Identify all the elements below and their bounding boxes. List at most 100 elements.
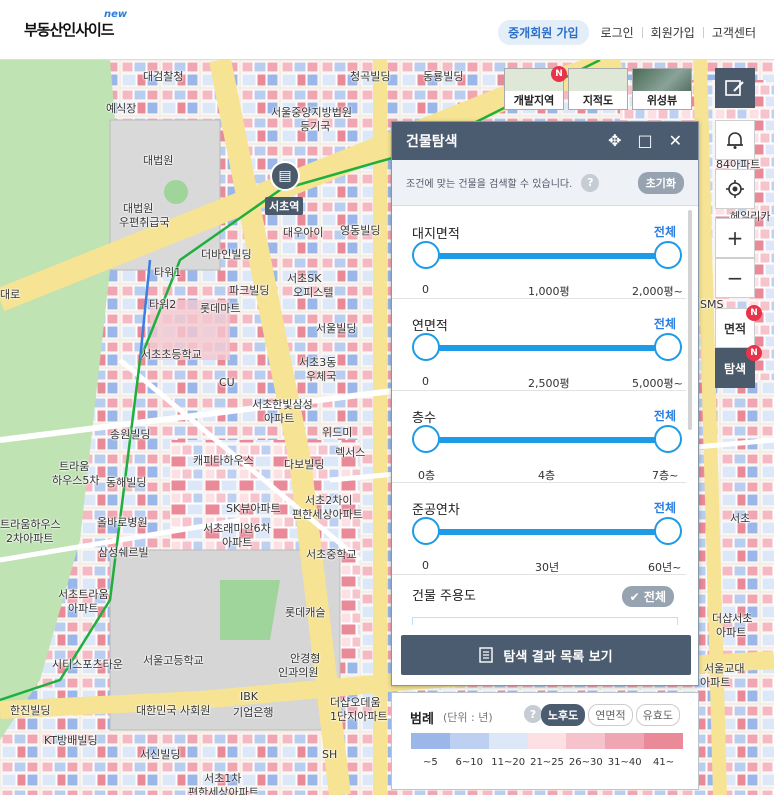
filter-title: 대지면적	[412, 227, 460, 242]
legend-color-swatch	[566, 733, 606, 749]
new-badge: N	[551, 66, 567, 82]
panel-title: 건물탐색	[406, 134, 458, 150]
top-header: 부동산인사이드 new 중개회원 가입 로그인 회원가입 고객센터	[0, 0, 774, 60]
map-type-development[interactable]: 개발지역 N	[504, 66, 567, 110]
range-max-handle[interactable]	[654, 333, 682, 361]
filter-sections: 대지면적 전체 0 1,000평 2,000평~ 연면적 전체 0 2,500평…	[392, 207, 686, 575]
range-min-handle[interactable]	[412, 241, 440, 269]
new-badge: N	[746, 305, 762, 321]
legend-color-scale	[411, 733, 684, 749]
tick-label: 2,500평	[528, 377, 570, 390]
filter-floor-area: 연면적 전체 0 2,500평 5,000평~	[392, 299, 686, 391]
legend-tab-age[interactable]: 노후도	[540, 704, 586, 726]
range-track[interactable]	[425, 437, 667, 443]
legend-color-swatch	[527, 733, 567, 749]
station-label[interactable]: 서초역	[265, 197, 304, 215]
minus-icon: −	[726, 266, 744, 290]
filter-land-area: 대지면적 전체 0 1,000평 2,000평~	[392, 207, 686, 299]
range-min-handle[interactable]	[412, 425, 440, 453]
tick-label: 2,000평~	[632, 285, 683, 298]
panel-description-bar: 조건에 맞는 건물을 검색할 수 있습니다. ? 초기화	[392, 160, 698, 206]
help-icon[interactable]: ?	[581, 173, 600, 192]
legend-title: 범례	[410, 712, 434, 727]
range-max-handle[interactable]	[654, 517, 682, 545]
filter-all-toggle[interactable]: 전체	[654, 223, 676, 240]
legend-scale-label: 21~25	[530, 757, 564, 768]
explore-button[interactable]: 탐색 N	[715, 345, 762, 388]
legend-color-swatch	[449, 733, 489, 749]
range-track[interactable]	[425, 253, 667, 259]
tick-label: 1,000평	[528, 285, 570, 298]
signup-link[interactable]: 회원가입	[643, 24, 703, 41]
tick-label: 0	[422, 375, 429, 388]
view-results-button[interactable]: 탐색 결과 목록 보기	[401, 635, 691, 675]
range-track[interactable]	[425, 529, 667, 535]
area-label: 면적	[723, 321, 747, 336]
legend-scale-label: 26~30	[568, 757, 603, 768]
legend-scale-label: 6~10	[455, 757, 484, 768]
map-type-label: 개발지역	[505, 91, 563, 109]
tick-label: 5,000평~	[632, 377, 683, 390]
minimize-icon[interactable]: □	[637, 131, 652, 150]
area-button[interactable]: 면적 N	[715, 305, 762, 348]
legend-scale-label: 31~40	[607, 757, 642, 768]
map-type-label: 위성뷰	[633, 91, 691, 109]
legend-scale-label: 41~	[653, 757, 675, 768]
support-link[interactable]: 고객센터	[704, 24, 756, 41]
legend-tab-effectiveness[interactable]: 유효도	[635, 704, 680, 726]
range-max-handle[interactable]	[654, 241, 682, 269]
my-location-button[interactable]	[715, 169, 755, 209]
legend-color-swatch	[644, 733, 684, 749]
panel-description: 조건에 맞는 건물을 검색할 수 있습니다.	[406, 179, 573, 190]
close-icon[interactable]: ✕	[669, 131, 682, 150]
target-icon	[726, 180, 744, 198]
legend-color-swatch	[411, 733, 450, 749]
agent-signup-button[interactable]: 중개회원 가입	[498, 20, 589, 45]
tick-label: 7층~	[652, 469, 679, 482]
range-track[interactable]	[425, 345, 667, 351]
view-results-label: 탐색 결과 목록 보기	[503, 649, 613, 665]
train-icon: ▤	[278, 168, 292, 184]
notification-button[interactable]	[715, 120, 755, 160]
logo-new-badge: new	[104, 9, 128, 20]
tick-label: 0	[422, 559, 429, 572]
filter-building-usage: 건물 주용도 ✔ 전체	[392, 577, 686, 627]
filter-title: 건물 주용도	[412, 589, 476, 604]
map-type-cadastral[interactable]: 지적도	[568, 68, 628, 110]
usage-all-toggle[interactable]: ✔ 전체	[621, 586, 674, 607]
legend-tabs: 노후도 연면적 유효도	[540, 704, 680, 726]
tick-label: 30년	[535, 561, 560, 574]
help-icon[interactable]: ?	[524, 705, 542, 723]
login-link[interactable]: 로그인	[593, 24, 642, 41]
tick-label: 0층	[418, 469, 436, 482]
panel-scrollbar[interactable]	[688, 210, 692, 430]
filter-all-toggle[interactable]: 전체	[654, 315, 676, 332]
map-type-satellite[interactable]: 위성뷰	[632, 68, 692, 110]
move-icon[interactable]: ✥	[608, 131, 621, 150]
filter-all-toggle[interactable]: 전체	[654, 407, 676, 424]
tick-label: 0	[422, 283, 429, 296]
filter-floors: 층수 전체 0층 4층 7층~	[392, 391, 686, 483]
panel-controls: ✥ □ ✕	[608, 131, 682, 150]
filter-title: 연면적	[412, 319, 448, 334]
map-edit-button[interactable]	[715, 68, 755, 108]
site-logo[interactable]: 부동산인사이드	[24, 19, 115, 40]
range-min-handle[interactable]	[412, 333, 440, 361]
map-legend: 범례 (단위 : 년) ? 노후도 연면적 유효도 ~5 6~10 11~20 21~…	[391, 692, 699, 790]
reset-button[interactable]: 초기화	[637, 171, 684, 194]
list-document-icon	[479, 647, 494, 663]
building-explore-panel: 건물탐색 ✥ □ ✕ 조건에 맞는 건물을 검색할 수 있습니다. ? 초기화 …	[391, 121, 699, 686]
legend-tab-floor-area[interactable]: 연면적	[588, 704, 633, 726]
filter-all-toggle[interactable]: 전체	[654, 499, 676, 516]
range-min-handle[interactable]	[412, 517, 440, 545]
explore-label: 탐색	[723, 361, 747, 376]
plus-icon: +	[726, 226, 744, 250]
panel-header: 건물탐색 ✥ □ ✕	[392, 122, 698, 160]
legend-scale-labels: ~5 6~10 11~20 21~25 26~30 31~40 41~	[411, 757, 683, 771]
zoom-in-button[interactable]: +	[715, 218, 755, 258]
subway-station-marker[interactable]: ▤	[270, 161, 300, 191]
zoom-out-button[interactable]: −	[715, 258, 755, 298]
map-type-switcher: 개발지역 N 지적도 위성뷰	[504, 66, 692, 110]
range-max-handle[interactable]	[654, 425, 682, 453]
legend-unit: (단위 : 년)	[443, 711, 493, 724]
